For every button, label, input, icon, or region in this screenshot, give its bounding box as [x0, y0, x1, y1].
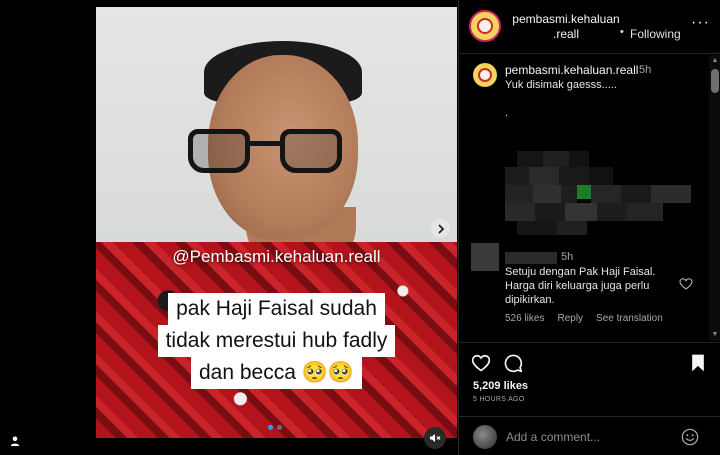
author-username-line-1: pembasmi.kehaluan — [512, 12, 620, 26]
carousel-dot-active — [268, 425, 273, 430]
comment-text: Setuju dengan Pak Haji Faisal. Harga dir… — [505, 266, 656, 306]
comment-icon[interactable] — [503, 353, 523, 373]
more-options-icon[interactable]: ··· — [691, 14, 710, 32]
avatar-face — [476, 17, 494, 35]
caption-author-avatar[interactable] — [473, 63, 497, 87]
scrollbar-thumb[interactable] — [711, 69, 719, 93]
pixelated-region — [505, 151, 695, 235]
author-avatar[interactable] — [469, 10, 501, 42]
scroll-down-arrow-icon[interactable]: ▼ — [711, 331, 719, 339]
carousel-indicator — [268, 425, 282, 430]
scroll-up-arrow-icon[interactable]: ▲ — [711, 57, 719, 65]
comment-likes-count[interactable]: 526 likes — [505, 313, 544, 324]
speaker-muted-icon — [430, 434, 441, 442]
author-username[interactable]: pembasmi.kehaluan .reall — [511, 12, 621, 42]
glasses-right-lens — [280, 129, 342, 173]
media-caption-line-3: dan becca 🥺🥺 — [96, 357, 457, 389]
see-translation-link[interactable]: See translation — [596, 313, 663, 324]
avatar-face — [477, 67, 493, 83]
add-comment-input[interactable] — [506, 427, 676, 447]
mute-button[interactable] — [424, 427, 446, 449]
chevron-right-icon — [438, 224, 444, 233]
post-timestamp[interactable]: 5 HOURS AGO — [473, 396, 525, 403]
comment-like-heart-icon[interactable] — [679, 277, 693, 291]
glasses-bridge — [248, 141, 282, 146]
media-person-glasses — [188, 129, 358, 185]
bookmark-icon[interactable] — [688, 353, 708, 373]
media-caption-line-1: pak Haji Faisal sudah — [96, 293, 457, 325]
comments-list[interactable]: pembasmi.kehaluan.reall 5h Yuk disimak g… — [459, 55, 720, 341]
media-caption-line-2: tidak merestui hub fadly — [96, 325, 457, 357]
emoji-icon[interactable] — [681, 428, 699, 446]
post-likes-count[interactable]: 5,209 likes — [473, 380, 528, 392]
following-button[interactable]: Following — [630, 27, 681, 41]
commenter-username-blurred[interactable] — [505, 252, 557, 264]
post-header: pembasmi.kehaluan .reall • Following ··· — [459, 0, 720, 54]
commenter-avatar-blurred[interactable] — [471, 243, 499, 271]
media-caption-text: dan becca 🥺🥺 — [190, 357, 363, 389]
media-handle-overlay: @Pembasmi.kehaluan.reall — [172, 247, 381, 266]
author-username-line-2: .reall — [552, 27, 579, 41]
comment-reply-button[interactable]: Reply — [557, 313, 583, 324]
heart-icon[interactable] — [471, 353, 491, 373]
comment-meta: 526 likes Reply See translation — [505, 313, 663, 324]
tagged-users-button[interactable] — [6, 432, 24, 450]
media-caption-text: tidak merestui hub fadly — [157, 325, 396, 357]
caption-extra: . — [505, 107, 509, 119]
current-user-avatar[interactable] — [473, 425, 497, 449]
caption-timestamp[interactable]: 5h — [639, 64, 651, 76]
carousel-next-button[interactable] — [431, 219, 450, 238]
post-side-panel: pembasmi.kehaluan .reall • Following ···… — [458, 0, 720, 455]
comments-scrollbar[interactable]: ▲ ▼ — [709, 55, 720, 341]
post-actions: 5,209 likes 5 HOURS AGO — [459, 342, 720, 412]
carousel-dot — [277, 425, 282, 430]
media-caption-text: pak Haji Faisal sudah — [168, 293, 385, 325]
add-comment-bar — [459, 416, 720, 455]
person-icon — [10, 436, 20, 446]
comment-timestamp[interactable]: 5h — [561, 251, 573, 263]
caption-author-username[interactable]: pembasmi.kehaluan.reall — [505, 63, 638, 77]
caption-text: Yuk disimak gaesss..... — [505, 79, 617, 91]
header-separator: • — [620, 26, 624, 38]
glasses-left-lens — [188, 129, 250, 173]
post-media[interactable]: @Pembasmi.kehaluan.reall pak Haji Faisal… — [96, 7, 457, 438]
